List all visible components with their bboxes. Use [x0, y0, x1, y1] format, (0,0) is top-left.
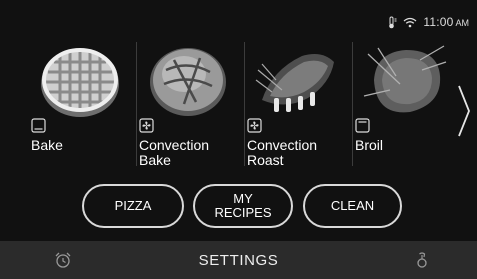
clean-button[interactable]: CLEAN	[303, 184, 402, 228]
convection-fan-icon	[247, 118, 262, 133]
cooking-modes-row: Bake Convection Bake Convection Roast Br…	[26, 34, 458, 170]
clean-button-label: CLEAN	[330, 198, 375, 213]
status-bar: 11:00 AM	[387, 15, 469, 29]
mode-label: Broil	[355, 137, 384, 153]
thermometer-icon	[389, 16, 397, 28]
pizza-button-label: PIZZA	[114, 198, 152, 213]
pie-image	[41, 48, 119, 117]
mode-bake[interactable]: Bake	[26, 34, 134, 170]
mode-label: Convection Roast	[247, 137, 318, 168]
pizza-button[interactable]: PIZZA	[82, 184, 184, 228]
bread-loaf-image	[150, 48, 226, 116]
clock-time: 11:00 AM	[423, 15, 469, 29]
bake-mode-icon	[31, 118, 46, 133]
broil-mode-icon	[355, 118, 370, 133]
mode-convection-bake[interactable]: Convection Bake	[134, 34, 242, 170]
mode-convection-roast[interactable]: Convection Roast	[242, 34, 350, 170]
temperature-probe-icon[interactable]	[413, 251, 431, 269]
convection-fan-icon	[139, 118, 154, 133]
mode-label: Bake	[31, 137, 63, 153]
mode-broil[interactable]: Broil	[350, 34, 458, 170]
chevron-right-icon[interactable]	[457, 84, 471, 138]
wifi-icon	[403, 17, 417, 27]
my-recipes-button-label: MY RECIPES	[214, 191, 272, 220]
oven-control-screen: 11:00 AM Bake Convection Bake Convection…	[0, 0, 477, 279]
steak-image	[363, 45, 447, 113]
bottom-bar: SETTINGS	[0, 241, 477, 279]
my-recipes-button[interactable]: MY RECIPES	[193, 184, 293, 228]
mode-label: Convection Bake	[139, 137, 210, 168]
settings-button[interactable]: SETTINGS	[0, 252, 477, 269]
rack-of-ribs-image	[255, 54, 334, 112]
